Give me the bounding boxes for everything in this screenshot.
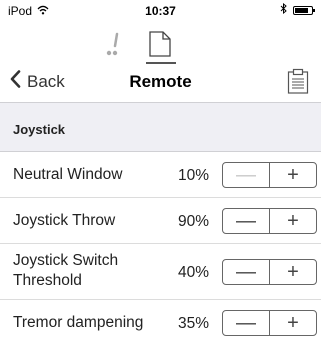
- stepper: — +: [222, 259, 317, 285]
- row-label: Neutral Window: [13, 166, 123, 183]
- setting-row-joystick-throw: Joystick Throw 90% — +: [0, 198, 321, 244]
- row-value: 40%: [177, 264, 209, 281]
- active-tab-indicator: [146, 62, 176, 64]
- document-tab-icon[interactable]: [148, 30, 172, 63]
- row-value: 10%: [177, 167, 209, 184]
- section-title: Joystick: [13, 122, 66, 137]
- bluetooth-icon: [280, 2, 287, 17]
- status-time: 10:37: [145, 4, 176, 18]
- row-value: 90%: [177, 213, 209, 230]
- section-header: Joystick: [0, 102, 321, 152]
- navigation-bar: Back Remote: [0, 66, 321, 102]
- increment-button[interactable]: +: [270, 260, 316, 284]
- decrement-button[interactable]: —: [223, 260, 269, 284]
- increment-button[interactable]: +: [270, 163, 316, 187]
- page-title: Remote: [129, 72, 192, 91]
- clipboard-icon[interactable]: [287, 68, 309, 99]
- icon-tab-bar: [0, 26, 321, 66]
- row-label: Joystick Switch Threshold: [13, 252, 119, 289]
- decrement-button[interactable]: —: [223, 209, 269, 233]
- status-bar: iPod 10:37: [0, 0, 321, 22]
- setting-row-neutral-window: Neutral Window 10% — +: [0, 152, 321, 198]
- status-right: [280, 2, 315, 17]
- setting-row-joystick-switch-threshold: Joystick Switch Threshold 40% — +: [0, 244, 321, 300]
- decrement-button[interactable]: —: [223, 163, 269, 187]
- stepper: — +: [222, 162, 317, 188]
- increment-button[interactable]: +: [270, 209, 316, 233]
- row-value: 35%: [177, 315, 209, 332]
- increment-button[interactable]: +: [270, 311, 316, 335]
- battery-icon: [293, 5, 315, 15]
- stepper: — +: [222, 208, 317, 234]
- decrement-button[interactable]: —: [223, 311, 269, 335]
- row-label: Joystick Throw: [13, 212, 116, 229]
- row-label: Tremor dampening: [13, 314, 144, 331]
- stepper: — +: [222, 310, 317, 336]
- joystick-tab-icon[interactable]: [105, 32, 123, 63]
- setting-row-tremor-dampening: Tremor dampening 35% — +: [0, 300, 321, 338]
